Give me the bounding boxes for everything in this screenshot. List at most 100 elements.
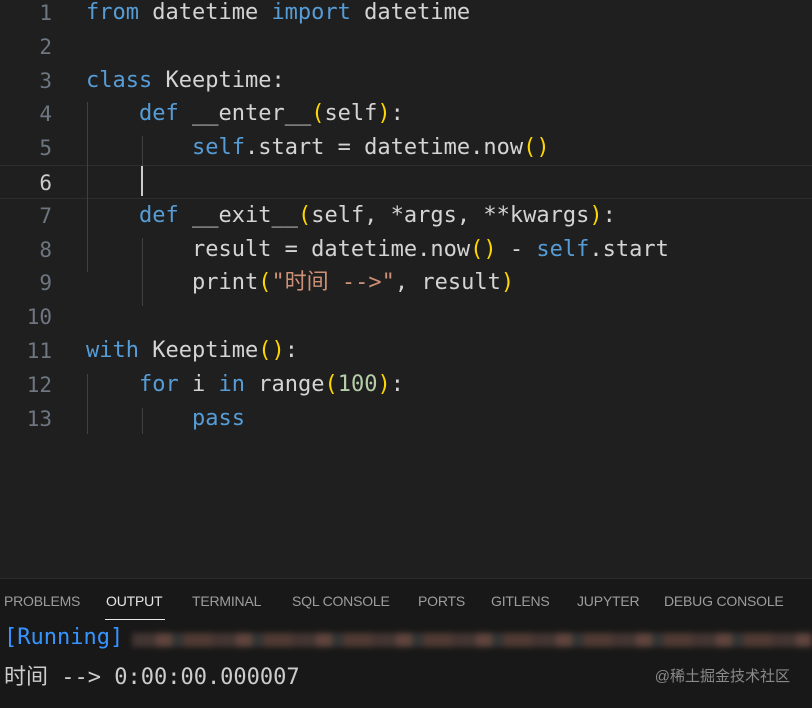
tab-sql-console[interactable]: SQL CONSOLE	[292, 593, 390, 609]
line-number: 6	[39, 171, 52, 195]
code-token: :	[602, 202, 616, 228]
line-number: 11	[26, 339, 52, 363]
line-number: 7	[39, 203, 52, 228]
watermark: @稀土掘金技术社区	[654, 668, 790, 685]
tab-problems[interactable]: PROBLEMS	[4, 593, 80, 609]
code-line[interactable]: 11 with Keeptime():	[0, 334, 812, 368]
line-number: 8	[39, 237, 52, 262]
tab-gitlens[interactable]: GITLENS	[491, 593, 550, 609]
code-editor[interactable]: 1 from datetime import datetime 2 3 class Ke…	[0, 0, 812, 578]
code-line[interactable]: 2	[0, 30, 812, 64]
code-token: self	[536, 236, 590, 262]
code-token: :	[284, 338, 298, 363]
code-token: Keeptime:	[152, 67, 285, 93]
code-line[interactable]: 3 class Keeptime:	[0, 64, 812, 98]
code-token: __exit__	[178, 202, 298, 228]
line-number: 12	[26, 372, 52, 397]
line-number: 3	[39, 68, 52, 93]
line-number: 10	[26, 305, 52, 330]
indent-guide	[87, 374, 88, 434]
code-token: def	[138, 101, 179, 127]
code-line[interactable]: 10	[0, 300, 812, 334]
code-token: print	[86, 270, 259, 296]
code-token: (	[311, 101, 325, 127]
code-text: def __exit__(self, *args, **kwargs):	[86, 199, 616, 233]
code-text: result = datetime.now() - self.start	[86, 233, 669, 267]
tab-terminal[interactable]: TERMINAL	[192, 593, 261, 609]
code-line[interactable]: 13 pass	[0, 402, 812, 436]
code-token: pass	[191, 405, 245, 431]
code-token: )	[377, 371, 391, 397]
code-line[interactable]: 7 def __exit__(self, *args, **kwargs):	[0, 199, 812, 233]
code-line[interactable]: 1 from datetime import datetime	[0, 0, 812, 30]
code-token: self	[324, 101, 378, 127]
code-token: class	[86, 67, 153, 93]
code-token: .start = datetime.now	[244, 135, 524, 161]
code-token: import	[271, 0, 351, 25]
code-token: with	[86, 338, 139, 363]
line-number: 5	[39, 136, 52, 161]
text-cursor	[141, 166, 143, 196]
code-token: from	[86, 0, 139, 25]
code-token: Keeptime	[138, 338, 259, 363]
tab-debug-console[interactable]: DEBUG CONSOLE	[664, 593, 784, 609]
code-token: __enter__	[178, 101, 312, 127]
code-token: (	[258, 270, 272, 296]
code-token: self	[191, 135, 245, 161]
code-token: )	[500, 270, 515, 296]
code-text: print("时间 -->", result)	[86, 266, 514, 300]
code-token: )	[377, 101, 391, 127]
code-text: pass	[86, 402, 245, 436]
code-line[interactable]: 12 for i in range(100):	[0, 368, 812, 402]
code-token: def	[138, 202, 179, 228]
code-token: (	[297, 202, 312, 228]
tab-output[interactable]: OUTPUT	[106, 593, 163, 609]
code-line[interactable]: 9 print("时间 -->", result)	[0, 266, 812, 300]
code-line[interactable]: 8 result = datetime.now() - self.start	[0, 233, 812, 267]
redacted-path	[132, 633, 812, 647]
tab-ports[interactable]: PORTS	[418, 593, 465, 609]
code-token: 100	[337, 371, 378, 397]
code-token: for	[138, 371, 179, 397]
code-token: .start	[589, 236, 669, 262]
indent-guide	[142, 136, 143, 170]
line-number: 4	[39, 102, 52, 127]
code-token: datetime	[138, 0, 272, 25]
code-token: (	[324, 371, 338, 397]
indent-guide	[142, 238, 143, 306]
line-number: 9	[39, 271, 52, 296]
code-line[interactable]: 6	[0, 165, 812, 199]
code-token: ()	[523, 135, 550, 161]
code-text: self.start = datetime.now()	[86, 131, 550, 165]
code-token: in	[218, 371, 245, 397]
line-number: 1	[39, 1, 52, 25]
code-token: range	[244, 371, 325, 397]
code-token: , result	[394, 270, 501, 296]
line-number: 13	[26, 406, 52, 431]
panel-tabs: PROBLEMS OUTPUT TERMINAL SQL CONSOLE POR…	[0, 579, 812, 623]
code-token: -	[496, 236, 537, 262]
code-text: for i in range(100):	[86, 368, 404, 402]
indent-guide	[87, 102, 88, 272]
code-text: from datetime import datetime	[86, 0, 470, 30]
code-token: "时间 -->"	[271, 270, 395, 296]
code-token: ()	[258, 338, 285, 363]
active-tab-indicator	[105, 619, 165, 620]
code-token: datetime	[350, 0, 471, 25]
code-line[interactable]: 4 def __enter__(self):	[0, 97, 812, 131]
indent-guide	[142, 408, 143, 434]
code-token: i	[178, 371, 219, 397]
tab-jupyter[interactable]: JUPYTER	[577, 593, 640, 609]
code-text: def __enter__(self):	[86, 97, 404, 131]
code-text: with Keeptime():	[86, 334, 298, 368]
bottom-panel: PROBLEMS OUTPUT TERMINAL SQL CONSOLE POR…	[0, 578, 812, 708]
code-line[interactable]: 5 self.start = datetime.now()	[0, 131, 812, 165]
code-text: class Keeptime:	[86, 64, 285, 98]
code-token: ()	[470, 236, 497, 262]
code-token: :	[390, 101, 404, 127]
